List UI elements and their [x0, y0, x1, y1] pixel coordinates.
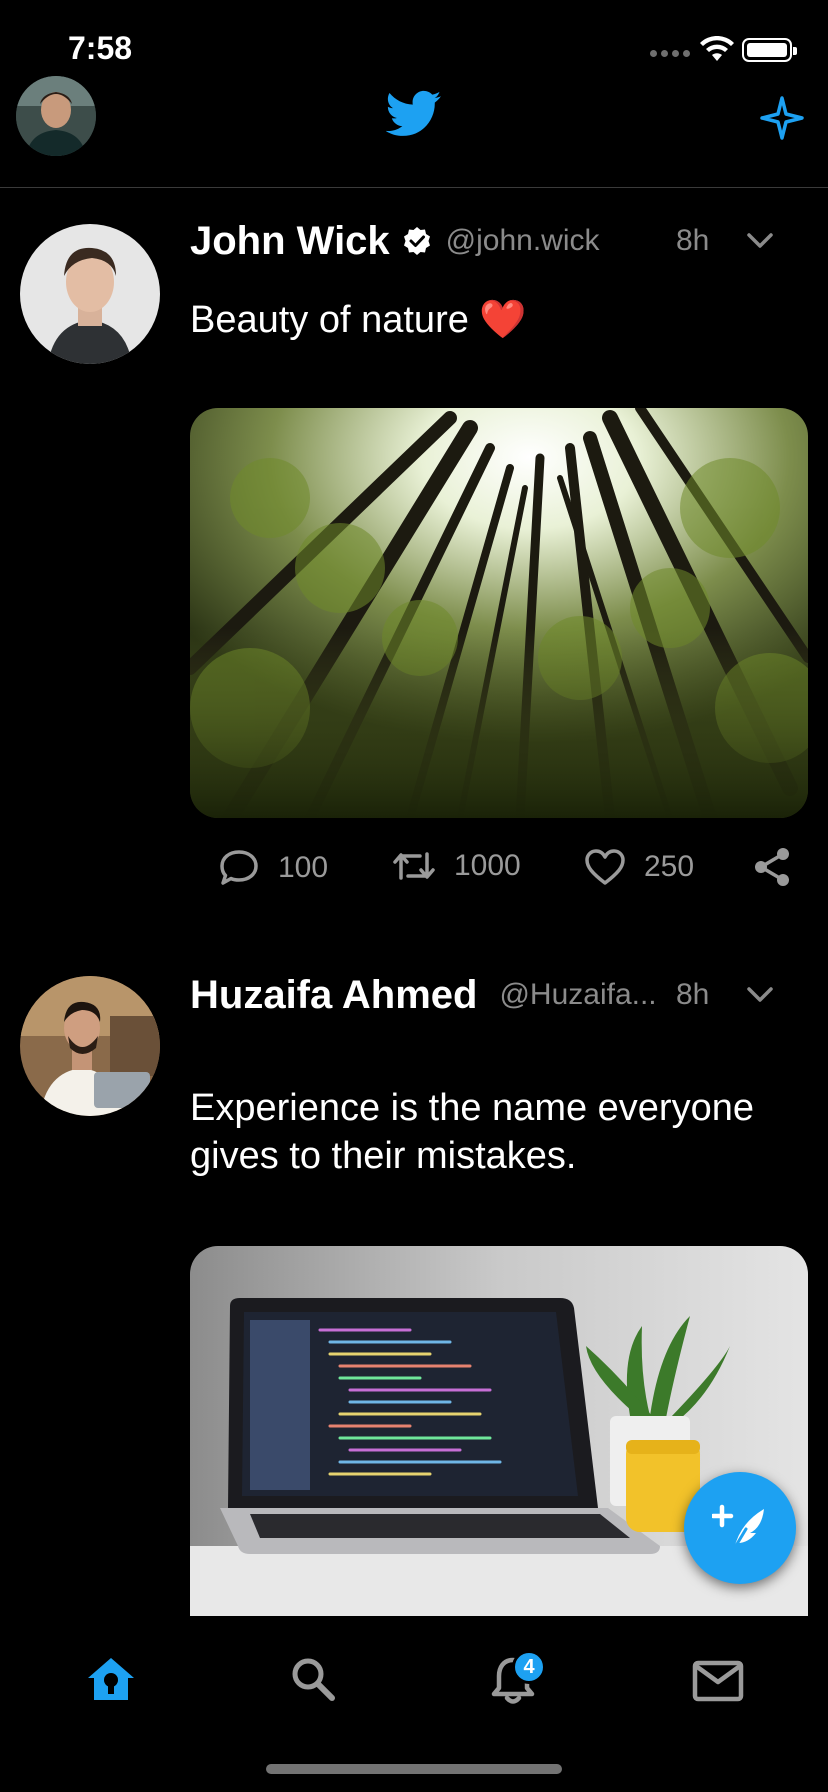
avatar[interactable] [20, 976, 160, 1116]
messages-icon[interactable] [692, 1660, 744, 1702]
author-name[interactable]: Huzaifa Ahmed [190, 973, 477, 1018]
comment-icon [220, 850, 258, 885]
home-indicator [266, 1764, 562, 1774]
author-handle[interactable]: @Huzaifa... [499, 978, 656, 1012]
home-icon[interactable] [86, 1656, 136, 1702]
retweet-count: 1000 [454, 849, 521, 882]
like-button[interactable]: 250 [584, 848, 694, 886]
search-icon[interactable] [290, 1656, 336, 1702]
reply-button[interactable]: 100 [218, 848, 328, 888]
chevron-down-icon[interactable] [746, 232, 774, 250]
verified-badge-icon [403, 227, 430, 255]
status-bar: 7:58 [0, 0, 828, 72]
tweet-time: 8h [676, 224, 710, 257]
heart-icon [585, 849, 625, 885]
share-icon [755, 848, 789, 886]
profile-avatar[interactable] [16, 76, 96, 156]
retweet-button[interactable]: 1000 [392, 848, 521, 884]
author-handle[interactable]: @john.wick [446, 224, 600, 258]
twitter-bird-icon[interactable] [386, 90, 442, 138]
tweet[interactable]: John Wick @john.wick 8h Beauty of nature… [0, 196, 828, 956]
tweet-time: 8h [676, 978, 710, 1011]
sparkle-icon[interactable] [760, 96, 804, 140]
like-count: 250 [644, 850, 695, 883]
reply-count: 100 [278, 851, 329, 884]
tweet-text: Experience is the name everyone gives to… [190, 1087, 754, 1177]
avatar[interactable] [20, 224, 160, 364]
status-time: 7:58 [68, 30, 133, 66]
battery-icon [742, 38, 797, 62]
share-button[interactable] [752, 846, 792, 888]
tweet-media-image[interactable] [190, 408, 808, 818]
compose-tweet-button[interactable] [684, 1472, 796, 1584]
chevron-down-icon[interactable] [746, 986, 774, 1004]
app-header [0, 72, 828, 188]
compose-feather-icon [712, 1504, 764, 1551]
tweet-text: Beauty of nature ❤️ [190, 299, 527, 341]
wifi-icon [700, 36, 734, 61]
notifications-badge: 4 [512, 1650, 546, 1684]
signal-icon [650, 50, 690, 57]
retweet-icon [393, 852, 435, 880]
author-name[interactable]: John Wick [190, 219, 390, 264]
tweet-actions: 100 1000 250 [0, 840, 828, 900]
